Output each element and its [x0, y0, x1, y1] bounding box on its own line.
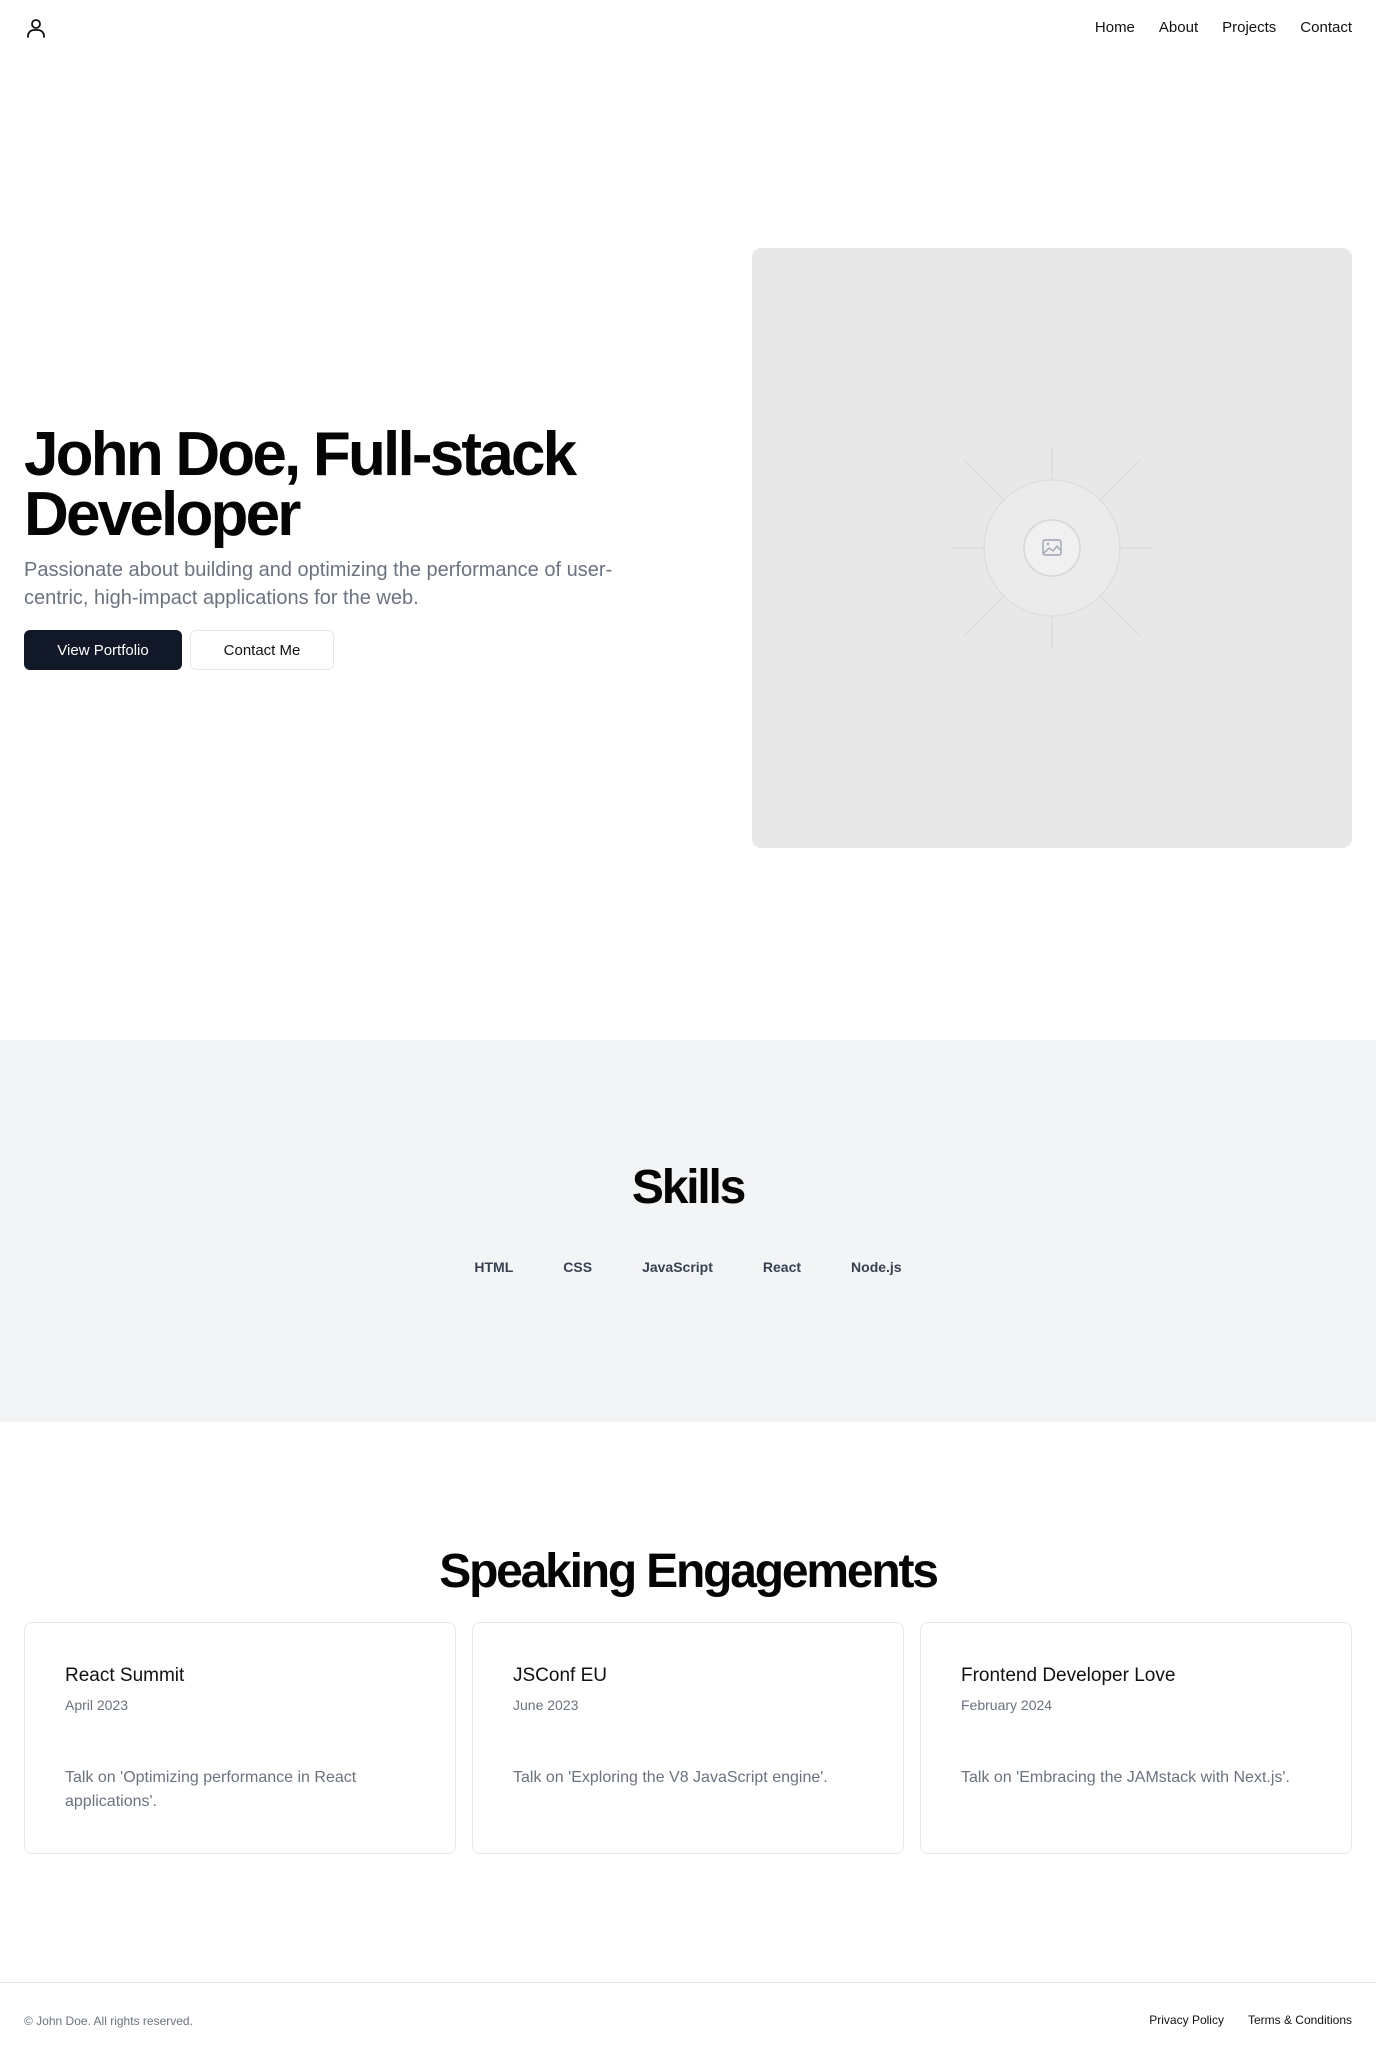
main-nav: Home About Projects Contact — [1095, 18, 1352, 38]
view-portfolio-button[interactable]: View Portfolio — [24, 630, 182, 670]
speaking-title: Speaking Engagements — [439, 1545, 939, 1598]
site-footer: © John Doe. All rights reserved. Privacy… — [0, 1982, 1376, 2047]
nav-contact-link[interactable]: Contact — [1300, 18, 1352, 38]
skill-item: JavaScript — [642, 1259, 713, 1275]
terms-conditions-link[interactable]: Terms & Conditions — [1248, 2012, 1352, 2028]
card-description: Talk on 'Exploring the V8 JavaScript eng… — [513, 1769, 828, 1786]
footer-links: Privacy Policy Terms & Conditions — [1149, 2012, 1352, 2028]
nav-about-link[interactable]: About — [1159, 18, 1198, 38]
user-icon[interactable] — [24, 16, 48, 40]
hero-subtitle: Passionate about building and optimizing… — [24, 559, 613, 609]
nav-home-link[interactable]: Home — [1095, 18, 1135, 38]
site-header: Home About Projects Contact — [0, 0, 1376, 56]
skills-section: Skills HTML CSS JavaScript React Node.js — [0, 1040, 1376, 1422]
skill-item: Node.js — [851, 1259, 902, 1275]
speaking-card: Frontend Developer Love February 2024 Ta… — [920, 1622, 1352, 1854]
skills-list: HTML CSS JavaScript React Node.js — [0, 1257, 1376, 1277]
skills-title: Skills — [631, 1161, 746, 1214]
skill-item: React — [762, 1259, 802, 1275]
card-date: April 2023 — [65, 1697, 129, 1713]
hero-buttons: View Portfolio Contact Me — [24, 630, 664, 670]
card-title: React Summit — [65, 1665, 185, 1686]
card-date: June 2023 — [513, 1697, 579, 1713]
card-description: Talk on 'Optimizing performance in React… — [65, 1769, 357, 1810]
skill-item: CSS — [563, 1259, 593, 1275]
skill-item: HTML — [474, 1259, 514, 1275]
card-title: JSConf EU — [513, 1665, 607, 1686]
card-title: Frontend Developer Love — [961, 1665, 1176, 1686]
contact-me-button[interactable]: Contact Me — [190, 630, 334, 670]
nav-projects-link[interactable]: Projects — [1222, 18, 1276, 38]
speaking-card: JSConf EU June 2023 Talk on 'Exploring t… — [472, 1622, 904, 1854]
card-date: February 2024 — [961, 1697, 1053, 1713]
speaking-card: React Summit April 2023 Talk on 'Optimiz… — [24, 1622, 456, 1854]
hero-section: John Doe, Full-stack Developer Passionat… — [24, 420, 664, 670]
hero-title: John Doe, Full-stack Developer — [24, 420, 577, 549]
speaking-cards: React Summit April 2023 Talk on 'Optimiz… — [24, 1622, 1352, 1854]
card-description: Talk on 'Embracing the JAMstack with Nex… — [961, 1769, 1290, 1786]
copyright-text: © John Doe. All rights reserved. — [24, 2014, 193, 2028]
hero-image-placeholder — [752, 248, 1352, 848]
image-placeholder-icon — [952, 448, 1152, 648]
privacy-policy-link[interactable]: Privacy Policy — [1149, 2012, 1224, 2028]
